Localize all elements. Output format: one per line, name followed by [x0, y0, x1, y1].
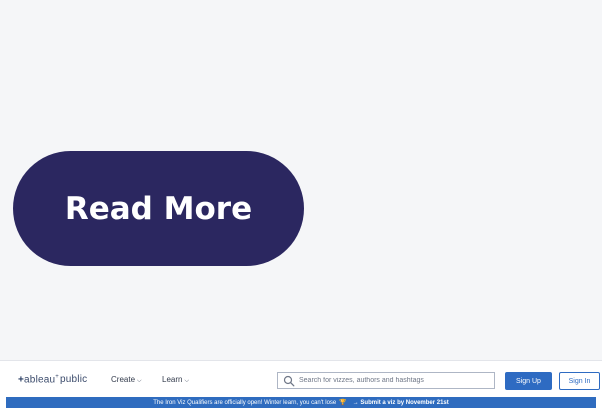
banner-text: The Iron Viz Qualifiers are officially o… [153, 399, 337, 406]
logo-text: ableau [24, 374, 56, 386]
search-input[interactable] [299, 377, 489, 384]
logo-sup: + [55, 374, 59, 380]
search-box[interactable] [277, 372, 495, 389]
search-icon [283, 375, 295, 386]
banner-link[interactable]: → Submit a viz by November 21st [353, 400, 449, 406]
create-menu[interactable]: Create ⌵ [111, 375, 142, 385]
announcement-banner: The Iron Viz Qualifiers are officially o… [6, 397, 596, 408]
tableau-public-logo[interactable]: +ableau+public [18, 374, 87, 385]
logo-suffix: public [60, 374, 88, 386]
read-more-button[interactable]: Read More [13, 151, 304, 266]
learn-menu[interactable]: Learn ⌵ [162, 375, 189, 385]
chevron-down-icon: ⌵ [137, 378, 142, 384]
sign-up-button[interactable]: Sign Up [505, 372, 552, 390]
sign-in-button[interactable]: Sign In [559, 372, 600, 390]
tableau-public-embed: +ableau+public Create⌵ Learn⌵ Sign Up Si… [0, 360, 602, 408]
tableau-public-header: +ableau+public Create⌵ Learn⌵ Sign Up Si… [0, 361, 602, 397]
trophy-icon: 🏆 [339, 400, 347, 406]
learn-menu-label: Learn [162, 375, 183, 384]
create-menu-label: Create [111, 375, 136, 384]
chevron-down-icon: ⌵ [184, 378, 190, 384]
